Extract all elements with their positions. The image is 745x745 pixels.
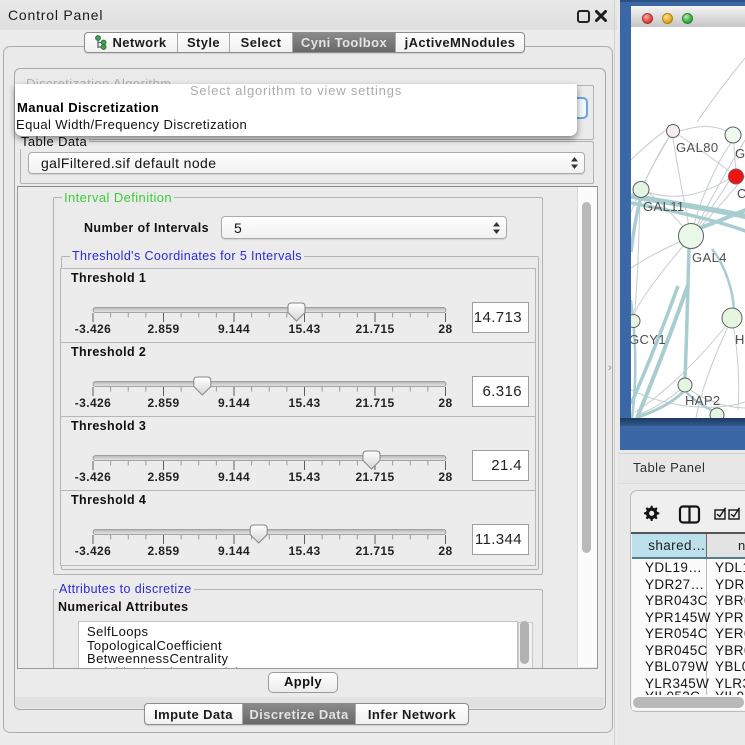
svg-text:-3.426: -3.426	[75, 396, 111, 410]
svg-text:21.715: 21.715	[355, 396, 394, 410]
svg-text:28: 28	[438, 544, 452, 558]
svg-text:GAL11: GAL11	[643, 199, 685, 214]
svg-text:9.144: 9.144	[218, 470, 250, 484]
svg-text:21.715: 21.715	[355, 322, 394, 336]
svg-text:15.43: 15.43	[288, 322, 320, 336]
svg-text:C: C	[737, 186, 745, 201]
svg-text:21.715: 21.715	[355, 544, 394, 558]
svg-text:9.144: 9.144	[218, 544, 250, 558]
svg-text:GAL80: GAL80	[676, 140, 718, 155]
svg-text:GA: GA	[735, 146, 745, 161]
svg-text:9.144: 9.144	[218, 396, 250, 410]
svg-text:HAP2: HAP2	[685, 393, 721, 408]
svg-text:2.859: 2.859	[147, 544, 179, 558]
svg-text:2.859: 2.859	[147, 396, 179, 410]
svg-text:GAL4: GAL4	[692, 250, 727, 265]
svg-text:H: H	[735, 332, 745, 347]
svg-text:15.43: 15.43	[288, 470, 320, 484]
svg-text:28: 28	[438, 322, 452, 336]
svg-text:28: 28	[438, 396, 452, 410]
svg-text:2.859: 2.859	[147, 470, 179, 484]
svg-text:15.43: 15.43	[288, 396, 320, 410]
svg-text:GCY1: GCY1	[631, 332, 666, 347]
svg-text:15.43: 15.43	[288, 544, 320, 558]
svg-text:28: 28	[438, 470, 452, 484]
svg-text:21.715: 21.715	[355, 470, 394, 484]
svg-text:-3.426: -3.426	[75, 322, 111, 336]
svg-text:-3.426: -3.426	[75, 544, 111, 558]
svg-text:2.859: 2.859	[147, 322, 179, 336]
svg-text:-3.426: -3.426	[75, 470, 111, 484]
svg-text:9.144: 9.144	[218, 322, 250, 336]
